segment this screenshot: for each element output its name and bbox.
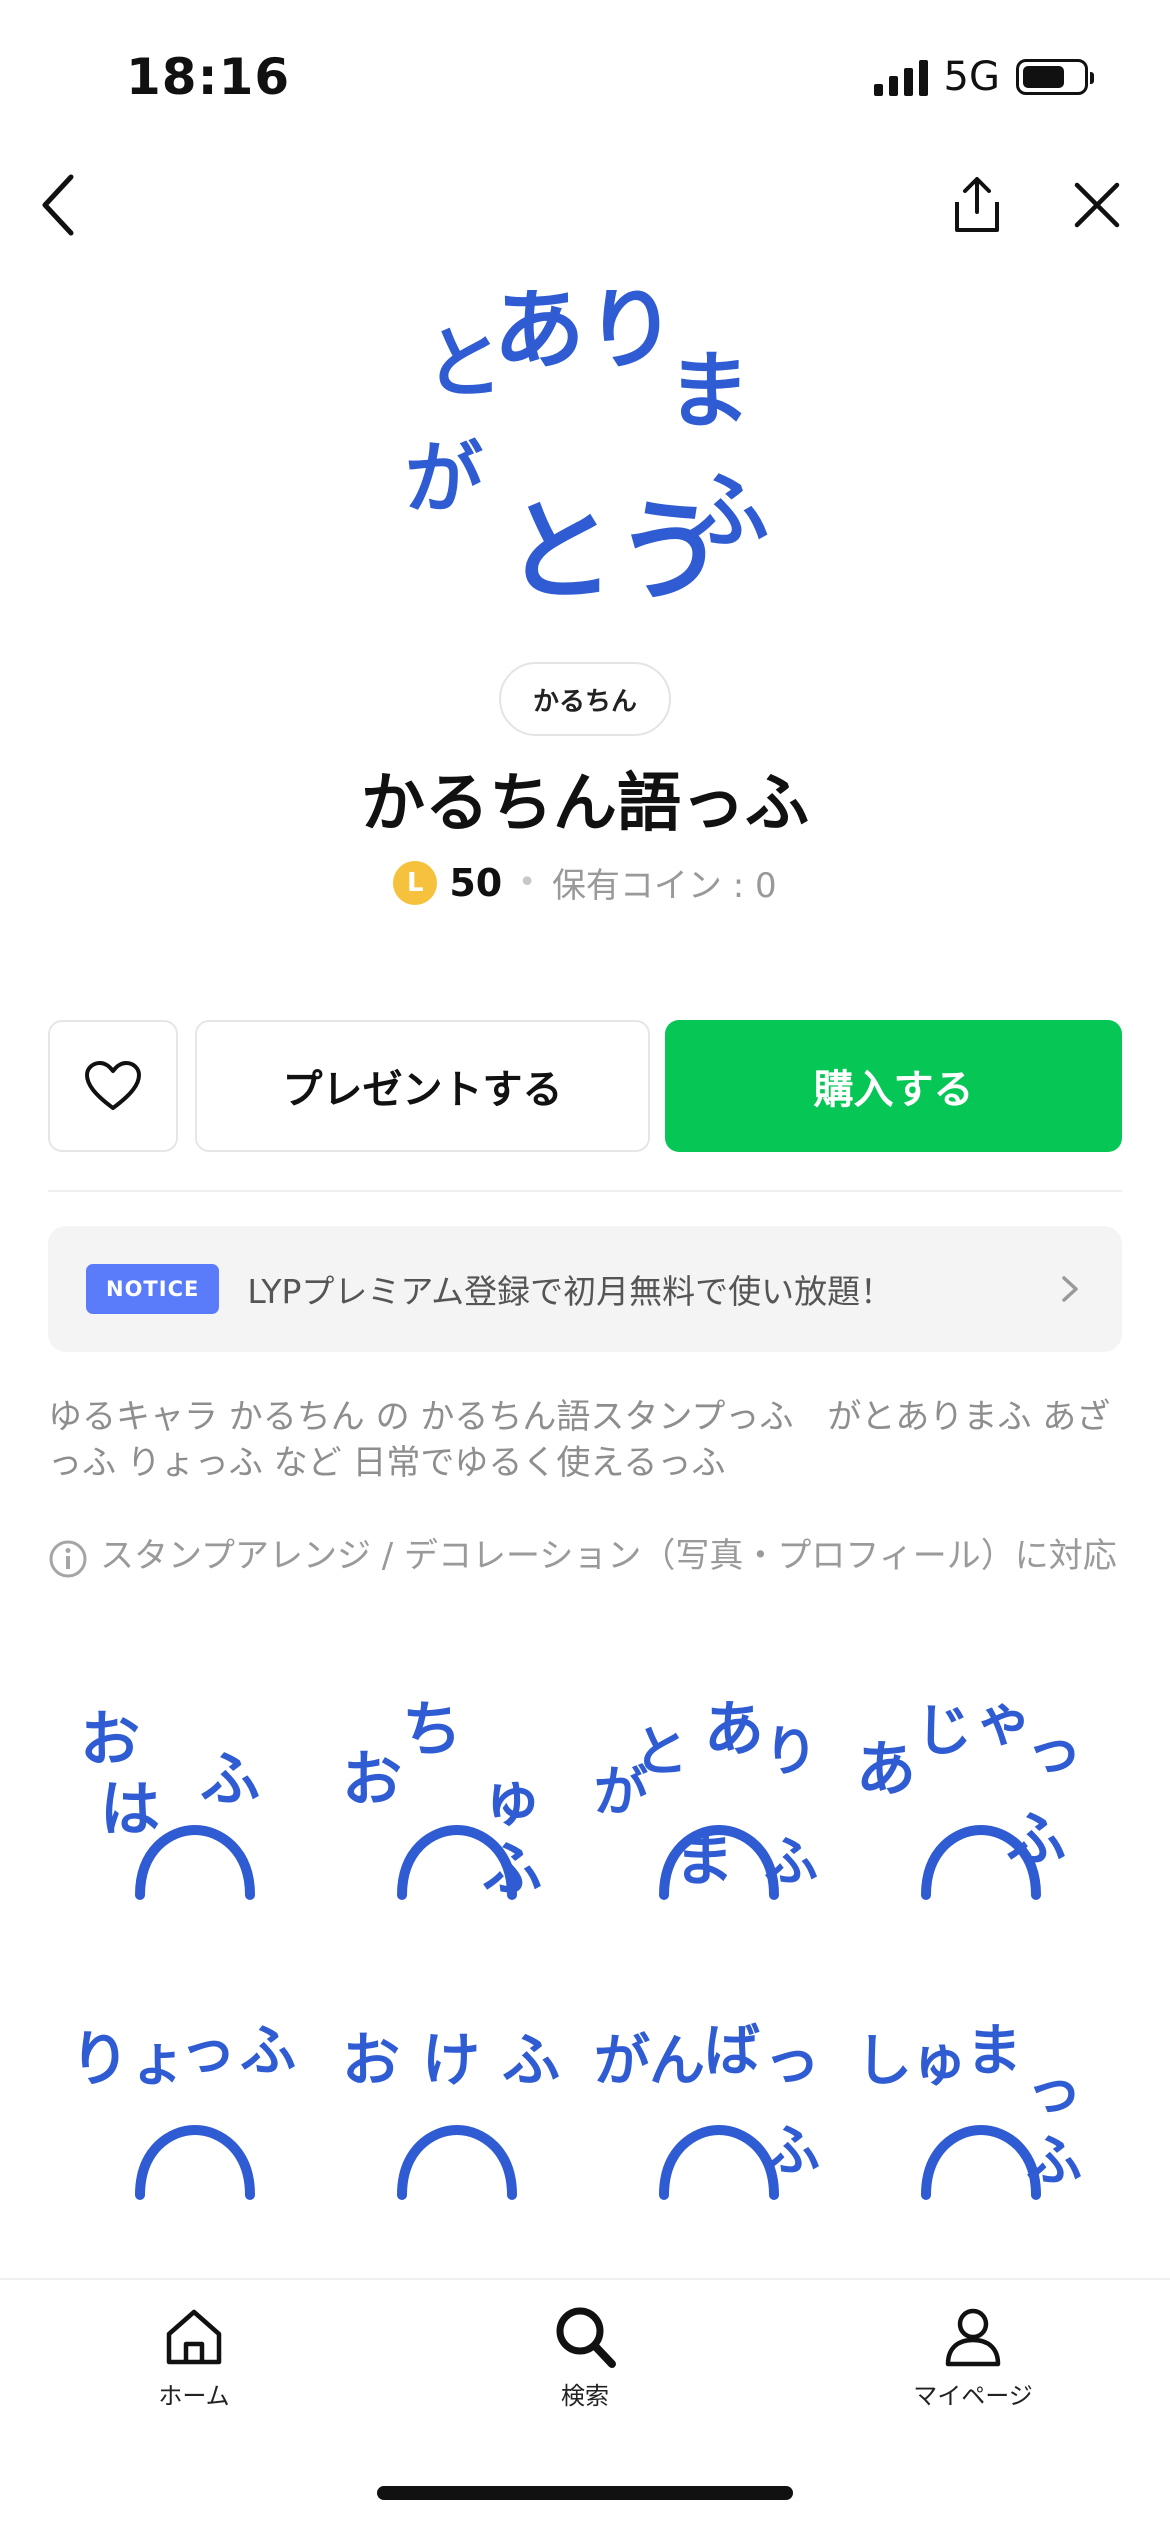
sticker-character-shape <box>921 2124 1041 2200</box>
sticker-char: け <box>422 2026 480 2094</box>
product-title: かるちん語っふ <box>361 767 809 841</box>
sticker-char: ふ <box>502 2026 560 2094</box>
sticker-char: ゅ <box>911 2029 967 2094</box>
sticker-char: ば <box>704 2019 760 2084</box>
sticker-character-shape <box>659 2124 779 2200</box>
price-row: L 50 • 保有コイン : 0 <box>0 858 1170 907</box>
sticker-char: あ <box>704 1695 764 1765</box>
home-icon <box>166 2309 222 2365</box>
sticker-char: ょ <box>130 2029 186 2094</box>
sticker-char: ふ <box>200 1745 260 1815</box>
status-time: 18:16 <box>126 48 291 106</box>
favorite-button[interactable] <box>48 1020 178 1152</box>
sticker-char: お <box>342 1745 402 1815</box>
sticker-char: り <box>764 1720 818 1783</box>
sticker-gatoarimafu[interactable]: がとありまふ <box>594 1680 839 1905</box>
sticker-grid: おはふおちゅふがとありまふあじゃっふりょっふおけふがんばっふしゅまっふ <box>70 1680 1100 2205</box>
separator-dot: • <box>518 865 536 900</box>
tab-search-label: 検索 <box>561 2382 609 2410</box>
sticker-char: ふ <box>240 2019 296 2084</box>
sticker-ajaffu[interactable]: あじ ゃっふ <box>856 1680 1101 1905</box>
tab-home[interactable]: ホーム <box>94 2302 294 2411</box>
sticker-ohafu[interactable]: おはふ <box>70 1680 315 1905</box>
price-value: 50 <box>449 860 503 905</box>
tab-search[interactable]: 検索 <box>485 2302 685 2411</box>
notice-banner[interactable]: NOTICE LYPプレミアム登録で初月無料で使い放題！ <box>48 1226 1122 1352</box>
sticker-char: お <box>80 1705 140 1775</box>
hero-text-6: ふ <box>685 462 769 560</box>
sticker-shumaffu[interactable]: しゅまっふ <box>856 1980 1101 2205</box>
sticker-ochuf[interactable]: おちゅふ <box>332 1680 577 1905</box>
divider <box>48 1190 1122 1192</box>
owned-coins: 保有コイン : 0 <box>551 866 777 906</box>
sticker-char: っ <box>764 2029 820 2094</box>
sticker-char: は <box>100 1775 160 1845</box>
sticker-char: ん <box>649 2029 705 2094</box>
heart-icon <box>85 1061 141 1110</box>
notice-text: LYPプレミアム登録で初月無料で使い放題！ <box>247 1272 894 1311</box>
hero-text-2: あり <box>493 290 677 382</box>
close-icon <box>1074 182 1120 228</box>
tab-mypage-label: マイページ <box>913 2382 1033 2410</box>
status-indicators: 5G <box>873 54 1094 100</box>
sticker-char: っ <box>180 2019 236 2084</box>
arrange-note: スタンプアレンジ / デコレーション（写真・プロフィール）に対応 <box>48 1535 1128 1579</box>
sticker-char: ち <box>402 1695 462 1765</box>
person-icon <box>945 2308 1001 2367</box>
sticker-character-shape <box>135 2124 255 2200</box>
hero-text-1: と <box>425 319 503 409</box>
sticker-char: ゃ <box>976 1689 1032 1754</box>
sticker-char: り <box>70 2025 130 2095</box>
hero-sticker-image: と あり ま が とう ふ <box>405 290 769 616</box>
battery-icon <box>1016 59 1094 95</box>
present-button[interactable]: プレゼントする <box>195 1020 650 1152</box>
sticker-char: ゅ <box>482 1765 542 1835</box>
chevron-right-icon <box>1062 1276 1078 1302</box>
hero-text-3: ま <box>667 342 751 440</box>
sticker-char: じ <box>916 1699 972 1764</box>
sticker-ganbaffu[interactable]: がんばっふ <box>594 1980 839 2205</box>
sticker-char: あ <box>856 1735 916 1805</box>
hero-text-4: が <box>405 434 483 524</box>
signal-icon <box>873 58 928 96</box>
sticker-detail-page: 18:16 5G と あり ま が とう ふ かるちん かるちん語っふ L 50… <box>0 0 1170 2532</box>
share-icon <box>955 177 999 232</box>
sticker-char: が <box>594 2029 650 2094</box>
share-button[interactable] <box>942 170 1012 240</box>
tab-home-label: ホーム <box>158 2382 230 2410</box>
sticker-char: っ <box>1026 1719 1082 1784</box>
sticker-char: ま <box>966 2019 1022 2084</box>
sticker-char: と <box>634 1720 688 1783</box>
notice-badge: NOTICE <box>86 1264 220 1314</box>
sticker-char: お <box>342 2026 400 2094</box>
home-indicator <box>377 2486 793 2500</box>
info-icon <box>49 1540 87 1578</box>
buy-button[interactable]: 購入する <box>665 1020 1122 1152</box>
arrange-note-text: スタンプアレンジ / デコレーション（写真・プロフィール）に対応 <box>100 1536 1117 1576</box>
sticker-char: し <box>856 2029 912 2094</box>
sticker-ryoffu[interactable]: りょっふ <box>70 1980 315 2205</box>
sticker-char: っ <box>1026 2059 1082 2124</box>
search-icon <box>556 2307 616 2368</box>
network-type: 5G <box>943 54 1000 100</box>
chevron-left-icon <box>42 174 74 236</box>
back-button[interactable] <box>24 170 94 240</box>
line-coin-icon: L <box>393 860 438 905</box>
sticker-okefu[interactable]: おけふ <box>332 1980 577 2205</box>
tab-mypage[interactable]: マイページ <box>873 2302 1073 2411</box>
product-description: ゆるキャラ かるちん の かるちん語スタンプっふ がとありまふ あざっふ りょっ… <box>48 1397 1111 1483</box>
sticker-character-shape <box>397 2124 517 2200</box>
author-chip[interactable]: かるちん <box>499 662 671 736</box>
close-button[interactable] <box>1062 170 1132 240</box>
